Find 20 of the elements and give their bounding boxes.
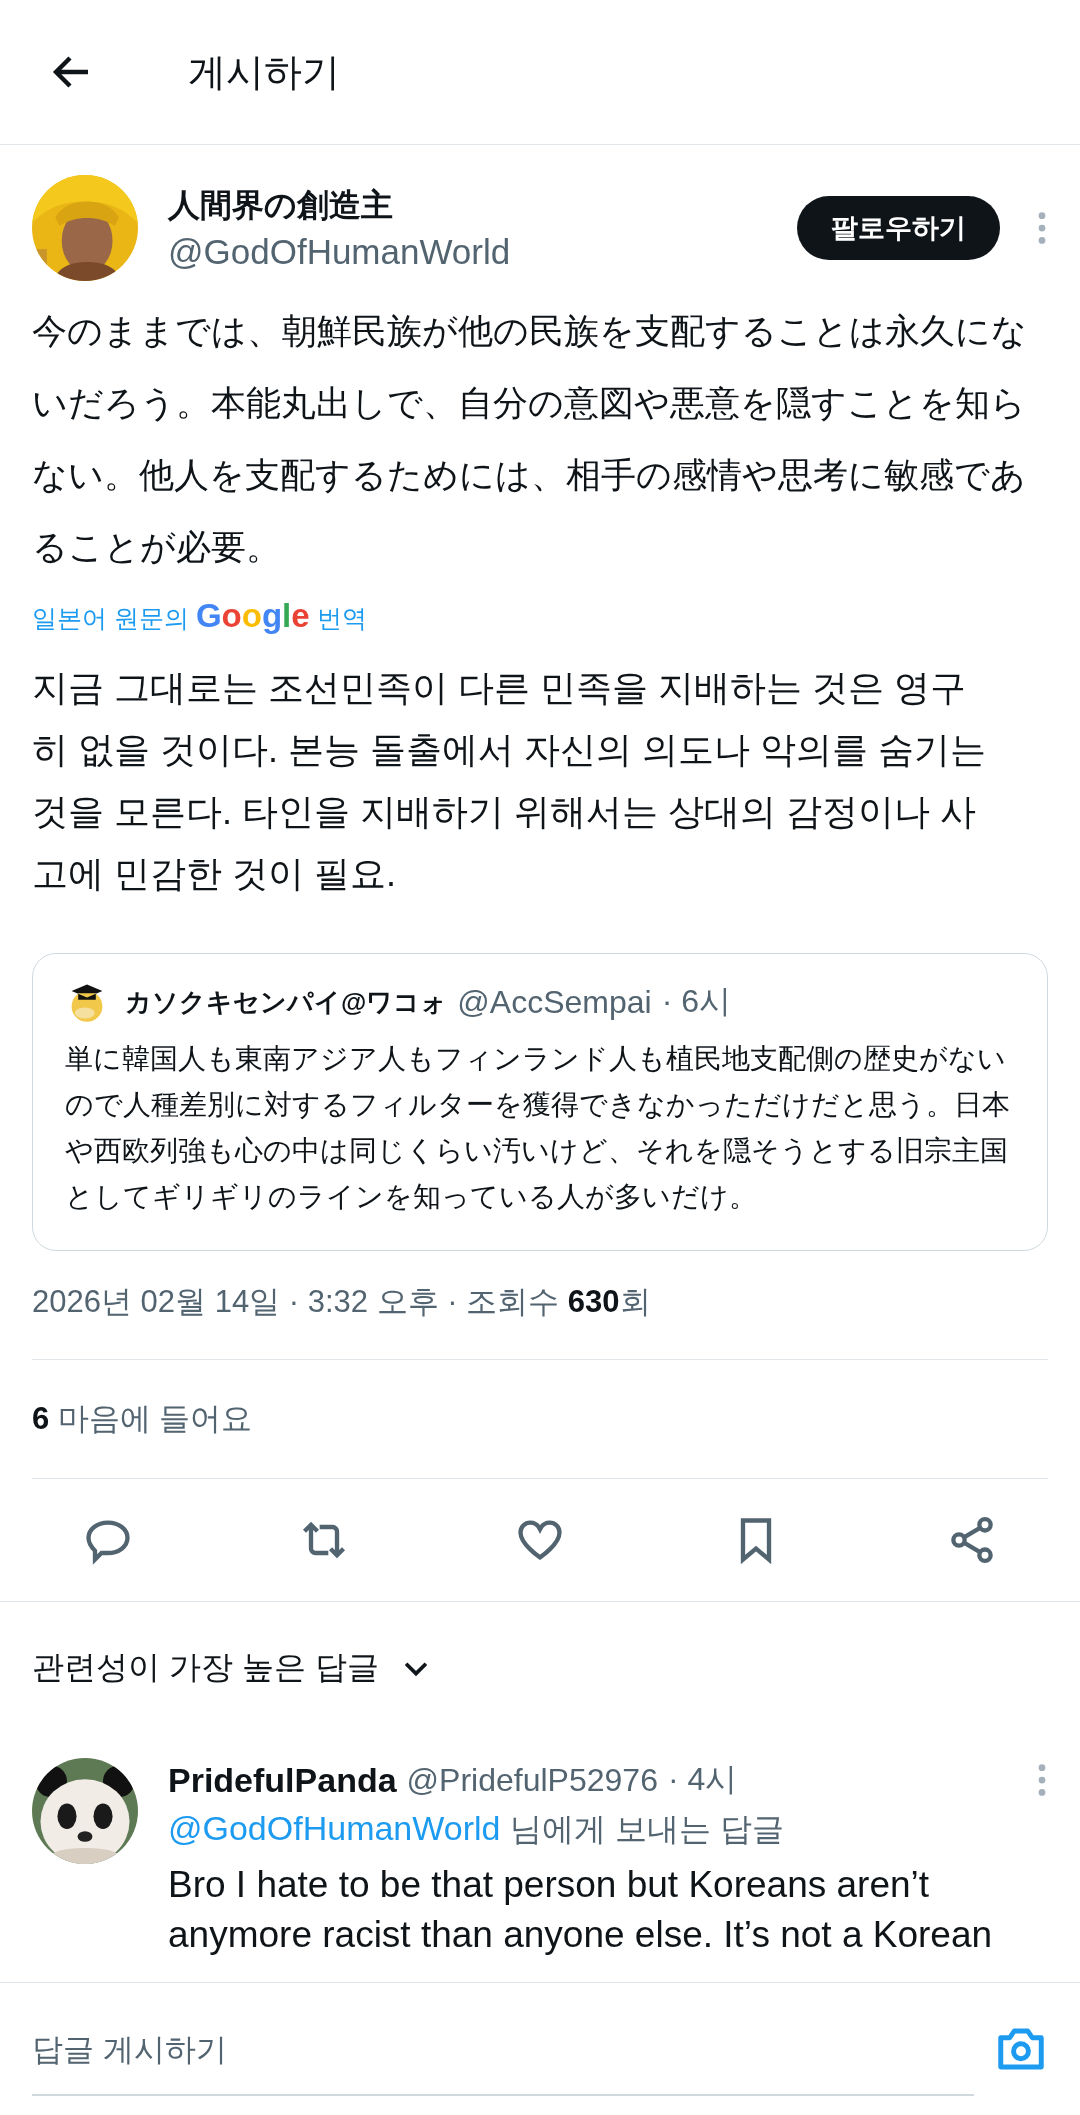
sort-dropdown[interactable]: 관련성이 가장 높은 답글 xyxy=(0,1601,1080,1726)
quoted-post-card[interactable]: カソクキセンパイ@ワコォ @AccSempai · 6시 単に韓国人も東南アジア人もフィンランド人も植民地支配側の歴史がないので人種差別に対するフィルターを獲得できなかっただけだと思う。日本や西欧列強も心の中は同じくらい汚いけど、それを隠そうとする旧宗主国としてギリギリのラインを知っている人が多いだけ。 xyxy=(32,953,1048,1251)
author-handle: @GodOfHumanWorld xyxy=(168,232,512,272)
page-title: 게시하기 xyxy=(188,49,340,95)
quote-time: · 6시 xyxy=(661,982,732,1021)
quote-author-handle: @AccSempai xyxy=(457,983,652,1021)
translated-text: 지금 그대로는 조선민족이 다른 민족을 지배하는 것은 영구히 없을 것이다. 본능 돌출에서 자신의 의도나 악의를 숨기는 것을 모른다. 타인을 지배하기 위해서는 상대의 감정이나 사고에 민감한 것이 필요. xyxy=(32,666,988,896)
reply-time: · 4시 xyxy=(667,1760,738,1799)
author-name: 人間界の創造主 xyxy=(168,186,394,225)
quote-author-name: カソクキセンパイ@ワコォ xyxy=(125,985,448,1019)
reply-text: Bro I hate to be that person but Koreans aren’t anymore racist than anyone else. It’s not a Korean xyxy=(168,1863,994,1957)
reply-author-name: PridefulPanda xyxy=(168,1760,397,1800)
reply-author-handle: @PridefulP52976 xyxy=(406,1761,658,1799)
reply-to-label: 님에게 보내는 답글 xyxy=(510,1810,785,1849)
follow-button[interactable]: 팔로우하기 xyxy=(797,196,1000,260)
translation-link[interactable]: 일본어 원문의 Google 번역 xyxy=(32,597,367,635)
likes-count[interactable]: 6 마음에 들어요 xyxy=(32,1398,253,1440)
post-meta: 2026년 02월 14일 · 3:32 오후 · 조회수 630회 xyxy=(32,1283,652,1321)
post-text: 今のままでは、朝鮮民族が他の民族を支配することは永久にないだろう。本能丸出しで、自分の意図や悪意を隠すことを知らない。他人を支配するためには、相手の感情や思考に敏感であることが必要。 xyxy=(32,310,1028,568)
quote-text: 単に韓国人も東南アジア人もフィンランド人も植民地支配側の歴史がないので人種差別に対するフィルターを獲得できなかっただけだと思う。日本や西欧列強も心の中は同じくらい汚いけど、それを隠そうとする旧宗主国としてギリギリのラインを知っている人が多いだけ。 xyxy=(65,1042,1011,1214)
